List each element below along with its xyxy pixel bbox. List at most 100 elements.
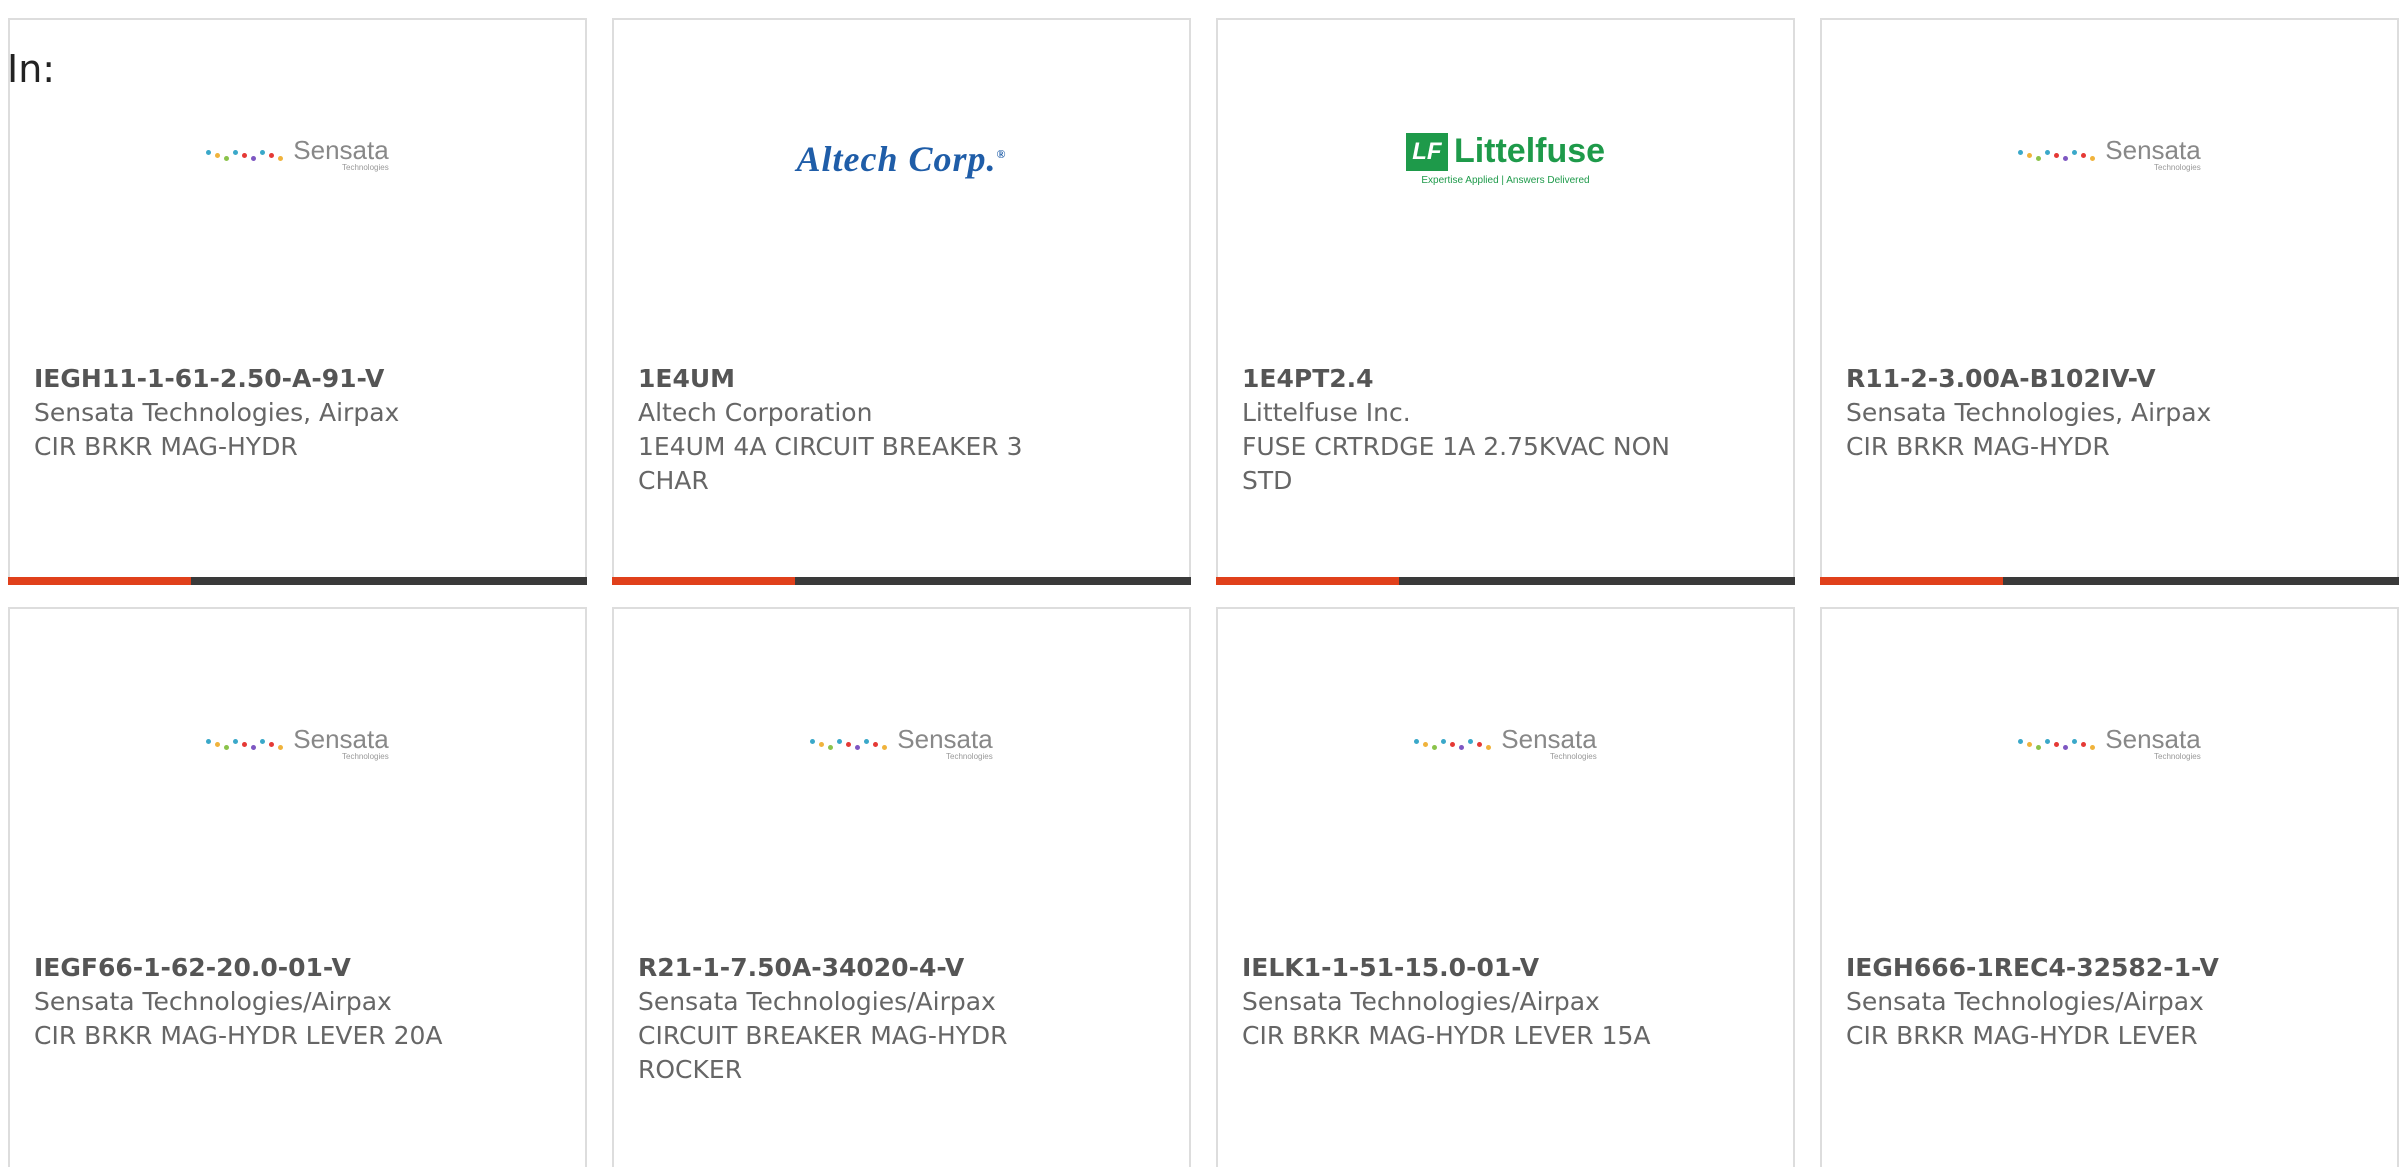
sensata-dot: [2036, 744, 2042, 750]
sensata-dot: [2054, 152, 2060, 158]
sensata-dots-icon: [206, 738, 284, 750]
sensata-dot: [2063, 744, 2069, 750]
sensata-dot: [810, 738, 816, 744]
product-card[interactable]: Sensata Technologies IEGH11-1-61-2.50-A-…: [8, 18, 587, 585]
product-card[interactable]: LF Littelfuse Expertise Applied | Answer…: [1216, 18, 1795, 585]
sensata-dot: [1423, 741, 1429, 747]
sensata-dot: [206, 738, 212, 744]
product-description: CIR BRKR MAG-HYDR: [34, 432, 298, 461]
product-description: FUSE CRTRDGE 1A 2.75KVAC NON STD: [1242, 432, 1670, 495]
littelfuse-logo: LF Littelfuse Expertise Applied | Answer…: [1405, 132, 1606, 186]
sensata-dot: [2036, 155, 2042, 161]
product-description: CIR BRKR MAG-HYDR LEVER 15A: [1242, 1021, 1651, 1050]
sensata-dot: [837, 738, 843, 744]
sensata-dot: [206, 149, 212, 155]
part-number[interactable]: R11-2-3.00A-B102IV-V: [1846, 362, 2373, 396]
card-accent-bar: [8, 577, 191, 585]
manufacturer-logo: Altech Corp.®: [614, 120, 1189, 210]
logo-subtext: Technologies: [946, 752, 993, 762]
sensata-dot: [269, 741, 275, 747]
sensata-dot: [242, 741, 248, 747]
logo-text: Sensata: [1501, 724, 1597, 755]
product-description: CIR BRKR MAG-HYDR: [1846, 432, 2110, 461]
sensata-dot: [224, 744, 230, 750]
sensata-dot: [855, 744, 861, 750]
sensata-logo: Sensata Technologies: [810, 724, 993, 762]
sensata-dot: [1441, 738, 1447, 744]
card-bottom-bar: [1216, 577, 1795, 585]
sensata-dot: [278, 744, 284, 750]
sensata-dot: [2018, 149, 2024, 155]
part-number[interactable]: IELK1-1-51-15.0-01-V: [1242, 951, 1769, 985]
logo-subtext: Technologies: [2154, 163, 2201, 173]
registered-mark: ®: [996, 147, 1007, 161]
sensata-dot: [2072, 149, 2078, 155]
sensata-dots-icon: [810, 738, 888, 750]
sensata-dots-icon: [2018, 149, 2096, 161]
sensata-dot: [2018, 738, 2024, 744]
product-card[interactable]: Sensata Technologies IEGH666-1REC4-32582…: [1820, 607, 2399, 1167]
logo-subtext: Technologies: [342, 752, 389, 762]
logo-subtext: Technologies: [342, 163, 389, 173]
manufacturer-name: Sensata Technologies/Airpax: [1242, 987, 1600, 1016]
sensata-logo: Sensata Technologies: [206, 135, 389, 173]
product-card[interactable]: Sensata Technologies IELK1-1-51-15.0-01-…: [1216, 607, 1795, 1167]
part-number[interactable]: 1E4PT2.4: [1242, 362, 1769, 396]
sensata-dot: [1468, 738, 1474, 744]
product-description: 1E4UM 4A CIRCUIT BREAKER 3 CHAR: [638, 432, 1023, 495]
part-number[interactable]: IEGH11-1-61-2.50-A-91-V: [34, 362, 561, 396]
sensata-dot: [882, 744, 888, 750]
card-accent-bar: [1216, 577, 1399, 585]
product-grid: Sensata Technologies IEGH11-1-61-2.50-A-…: [8, 18, 2400, 1167]
sensata-dot: [2027, 741, 2033, 747]
sensata-dot: [278, 155, 284, 161]
sensata-dots-icon: [206, 149, 284, 161]
sensata-dot: [2090, 744, 2096, 750]
sensata-dot: [2045, 149, 2051, 155]
sensata-dot: [215, 741, 221, 747]
sensata-dot: [260, 149, 266, 155]
sensata-dot: [1459, 744, 1465, 750]
manufacturer-name: Sensata Technologies/Airpax: [1846, 987, 2204, 1016]
sensata-dot: [828, 744, 834, 750]
sensata-dot: [1477, 741, 1483, 747]
manufacturer-name: Sensata Technologies/Airpax: [638, 987, 996, 1016]
sensata-dot: [2054, 741, 2060, 747]
manufacturer-name: Altech Corporation: [638, 398, 873, 427]
manufacturer-logo: Sensata Technologies: [614, 709, 1189, 799]
sensata-dot: [215, 152, 221, 158]
card-accent-bar: [1820, 577, 2003, 585]
sensata-dot: [260, 738, 266, 744]
altech-logo: Altech Corp.®: [797, 138, 1007, 180]
part-number[interactable]: IEGH666-1REC4-32582-1-V: [1846, 951, 2373, 985]
logo-text: Sensata: [897, 724, 993, 755]
product-card[interactable]: Altech Corp.® 1E4UM Altech Corporation 1…: [612, 18, 1191, 585]
product-description: CIR BRKR MAG-HYDR LEVER: [1846, 1021, 2198, 1050]
sensata-dot: [233, 738, 239, 744]
card-bottom-bar: [1820, 577, 2399, 585]
sensata-dot: [1432, 744, 1438, 750]
manufacturer-logo: Sensata Technologies: [10, 120, 585, 210]
product-card[interactable]: Sensata Technologies R11-2-3.00A-B102IV-…: [1820, 18, 2399, 585]
logo-text: Sensata: [293, 135, 389, 166]
sensata-dot: [2090, 155, 2096, 161]
part-number[interactable]: 1E4UM: [638, 362, 1165, 396]
logo-text: Littelfuse: [1453, 132, 1606, 170]
sensata-dots-icon: [2018, 738, 2096, 750]
part-number[interactable]: R21-1-7.50A-34020-4-V: [638, 951, 1165, 985]
sensata-dot: [864, 738, 870, 744]
sensata-dot: [846, 741, 852, 747]
sensata-dot: [873, 741, 879, 747]
card-bottom-bar: [8, 577, 587, 585]
sensata-dot: [2072, 738, 2078, 744]
littelfuse-badge-icon: LF: [1405, 132, 1448, 171]
sensata-dot: [251, 744, 257, 750]
page-label: In:: [7, 47, 56, 91]
manufacturer-logo: Sensata Technologies: [1822, 120, 2397, 210]
part-number[interactable]: IEGF66-1-62-20.0-01-V: [34, 951, 561, 985]
sensata-dot: [2081, 152, 2087, 158]
product-card[interactable]: Sensata Technologies IEGF66-1-62-20.0-01…: [8, 607, 587, 1167]
logo-text: Sensata: [293, 724, 389, 755]
product-card[interactable]: Sensata Technologies R21-1-7.50A-34020-4…: [612, 607, 1191, 1167]
manufacturer-logo: Sensata Technologies: [10, 709, 585, 799]
